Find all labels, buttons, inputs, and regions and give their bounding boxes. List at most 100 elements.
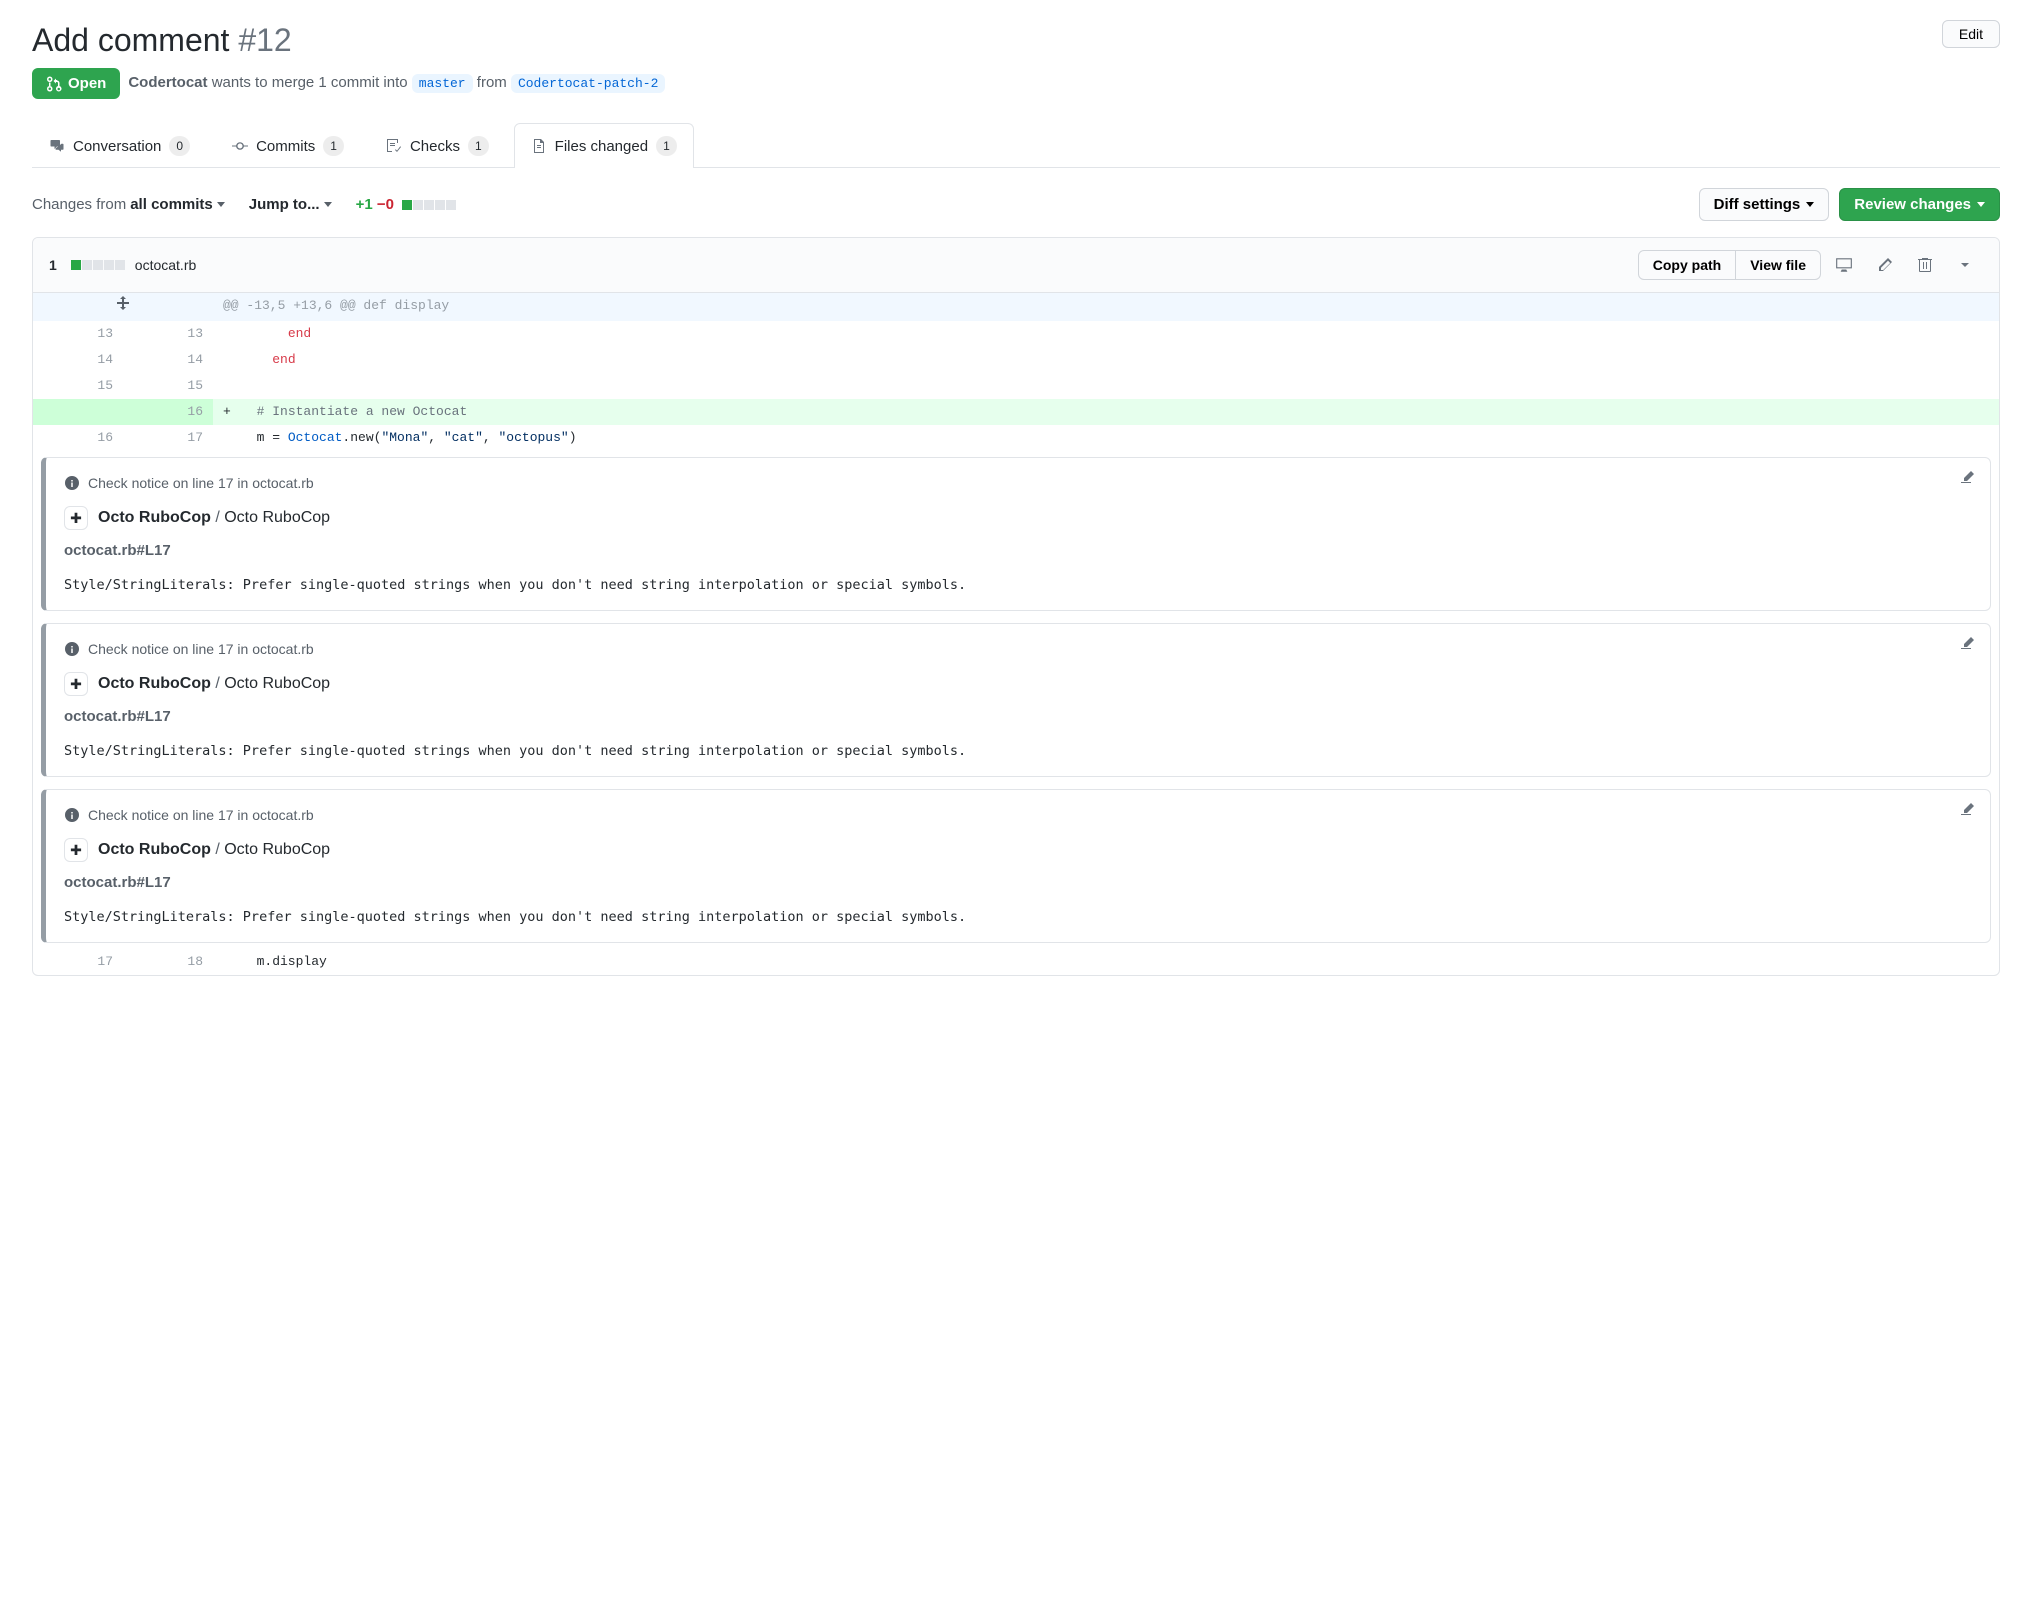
code-line: + # Instantiate a new Octocat xyxy=(213,399,1999,425)
diff-row: 16+ # Instantiate a new Octocat xyxy=(33,399,1999,425)
pr-title-text: Add comment xyxy=(32,22,229,58)
code-line: m.display xyxy=(213,949,1999,975)
check-annotation: Check notice on line 17 in octocat.rb ✚Oc… xyxy=(41,623,1991,777)
deletions-count: −0 xyxy=(377,196,394,213)
changes-from-dropdown[interactable]: Changes from all commits xyxy=(32,196,225,213)
pr-title: Add comment #12 xyxy=(32,20,292,60)
tab-count: 0 xyxy=(169,136,190,156)
code-line xyxy=(213,373,1999,399)
pencil-icon[interactable] xyxy=(1867,249,1903,281)
merge-description: Codertocat wants to merge 1 commit into … xyxy=(128,74,665,93)
jump-to-dropdown[interactable]: Jump to... xyxy=(249,196,332,213)
tab-conversation[interactable]: Conversation 0 xyxy=(32,123,207,168)
trash-icon[interactable] xyxy=(1907,249,1943,281)
tab-label: Checks xyxy=(410,138,460,155)
diff-row: 1718 m.display xyxy=(33,949,1999,975)
diff-table: @@ -13,5 +13,6 @@ def display 1313 end14… xyxy=(33,293,1999,975)
desktop-icon[interactable] xyxy=(1825,248,1863,282)
file-diff-box: 1 octocat.rb Copy path View file @@ -13,… xyxy=(32,237,2000,976)
app-avatar-icon: ✚ xyxy=(64,838,88,862)
tab-count: 1 xyxy=(656,136,677,156)
tab-checks[interactable]: Checks 1 xyxy=(369,123,506,168)
annotation-message: Style/StringLiterals: Prefer single-quot… xyxy=(64,906,1972,928)
annotation-edit-icon[interactable] xyxy=(1960,636,1976,659)
tab-commits[interactable]: Commits 1 xyxy=(215,123,361,168)
state-label: Open xyxy=(68,75,106,92)
diff-toolbar: Changes from all commits Jump to... +1 −… xyxy=(32,188,2000,221)
review-changes-button[interactable]: Review changes xyxy=(1839,188,2000,221)
annotation-app: ✚Octo RuboCop / Octo RuboCop xyxy=(64,838,1972,862)
tab-count: 1 xyxy=(468,136,489,156)
base-branch[interactable]: master xyxy=(412,74,473,93)
annotation-location: octocat.rb#L17 xyxy=(64,706,1972,728)
new-line-num: 16 xyxy=(123,399,213,425)
annotation-edit-icon[interactable] xyxy=(1960,470,1976,493)
pr-author[interactable]: Codertocat xyxy=(128,74,207,91)
annotation-edit-icon[interactable] xyxy=(1960,802,1976,825)
new-line-num: 17 xyxy=(123,425,213,451)
file-name[interactable]: octocat.rb xyxy=(135,257,196,273)
pr-meta-row: Open Codertocat wants to merge 1 commit … xyxy=(32,68,2000,99)
tab-label: Commits xyxy=(256,138,315,155)
diff-row: 1313 end xyxy=(33,321,1999,347)
annotation-location: octocat.rb#L17 xyxy=(64,872,1972,894)
check-annotation: Check notice on line 17 in octocat.rb ✚Oc… xyxy=(41,789,1991,943)
additions-count: +1 xyxy=(356,196,373,213)
old-line-num xyxy=(33,399,123,425)
diff-row: 1414 end xyxy=(33,347,1999,373)
comment-discussion-icon xyxy=(49,138,65,154)
old-line-num: 14 xyxy=(33,347,123,373)
view-file-button[interactable]: View file xyxy=(1736,250,1821,280)
old-line-num: 15 xyxy=(33,373,123,399)
diff-settings-button[interactable]: Diff settings xyxy=(1699,188,1830,221)
old-line-num: 16 xyxy=(33,425,123,451)
diff-row: 1515 xyxy=(33,373,1999,399)
check-annotation: Check notice on line 17 in octocat.rb ✚Oc… xyxy=(41,457,1991,611)
new-line-num: 15 xyxy=(123,373,213,399)
code-line: end xyxy=(213,321,1999,347)
edit-button[interactable]: Edit xyxy=(1942,20,2000,48)
new-line-num: 18 xyxy=(123,949,213,975)
annotation-header: Check notice on line 17 in octocat.rb xyxy=(64,472,1972,494)
annotation-location: octocat.rb#L17 xyxy=(64,540,1972,562)
pull-request-icon xyxy=(46,76,62,92)
tab-label: Conversation xyxy=(73,138,161,155)
annotation-app: ✚Octo RuboCop / Octo RuboCop xyxy=(64,672,1972,696)
hunk-header-row: @@ -13,5 +13,6 @@ def display xyxy=(33,293,1999,321)
tab-files-changed[interactable]: Files changed 1 xyxy=(514,123,694,168)
annotation-message: Style/StringLiterals: Prefer single-quot… xyxy=(64,740,1972,762)
annotation-app: ✚Octo RuboCop / Octo RuboCop xyxy=(64,506,1972,530)
code-line: end xyxy=(213,347,1999,373)
tab-label: Files changed xyxy=(555,138,648,155)
hunk-text: @@ -13,5 +13,6 @@ def display xyxy=(213,293,1999,321)
file-header: 1 octocat.rb Copy path View file xyxy=(33,238,1999,293)
pr-number: #12 xyxy=(238,22,291,58)
app-avatar-icon: ✚ xyxy=(64,672,88,696)
expand-icon[interactable] xyxy=(33,293,213,321)
annotation-header: Check notice on line 17 in octocat.rb xyxy=(64,804,1972,826)
tab-count: 1 xyxy=(323,136,344,156)
diffstat: +1 −0 xyxy=(356,196,457,213)
copy-path-button[interactable]: Copy path xyxy=(1638,250,1736,280)
tab-nav: Conversation 0 Commits 1 Checks 1 Files … xyxy=(32,123,2000,168)
app-avatar-icon: ✚ xyxy=(64,506,88,530)
old-line-num: 17 xyxy=(33,949,123,975)
code-line: m = Octocat.new("Mona", "cat", "octopus"… xyxy=(213,425,1999,451)
diff-row: 1617 m = Octocat.new("Mona", "cat", "oct… xyxy=(33,425,1999,451)
old-line-num: 13 xyxy=(33,321,123,347)
diffstat-graph xyxy=(402,200,456,210)
new-line-num: 13 xyxy=(123,321,213,347)
chevron-down-icon[interactable] xyxy=(1947,249,1983,281)
checklist-icon xyxy=(386,138,402,154)
state-open-badge: Open xyxy=(32,68,120,99)
file-change-count: 1 xyxy=(49,257,57,273)
new-line-num: 14 xyxy=(123,347,213,373)
head-branch[interactable]: Codertocat-patch-2 xyxy=(511,74,665,93)
commit-icon xyxy=(232,138,248,154)
file-diffstat-graph xyxy=(71,260,125,270)
file-diff-icon xyxy=(531,138,547,154)
annotation-header: Check notice on line 17 in octocat.rb xyxy=(64,638,1972,660)
caret-down-icon xyxy=(1977,202,1985,207)
caret-down-icon xyxy=(324,202,332,207)
caret-down-icon xyxy=(1806,202,1814,207)
